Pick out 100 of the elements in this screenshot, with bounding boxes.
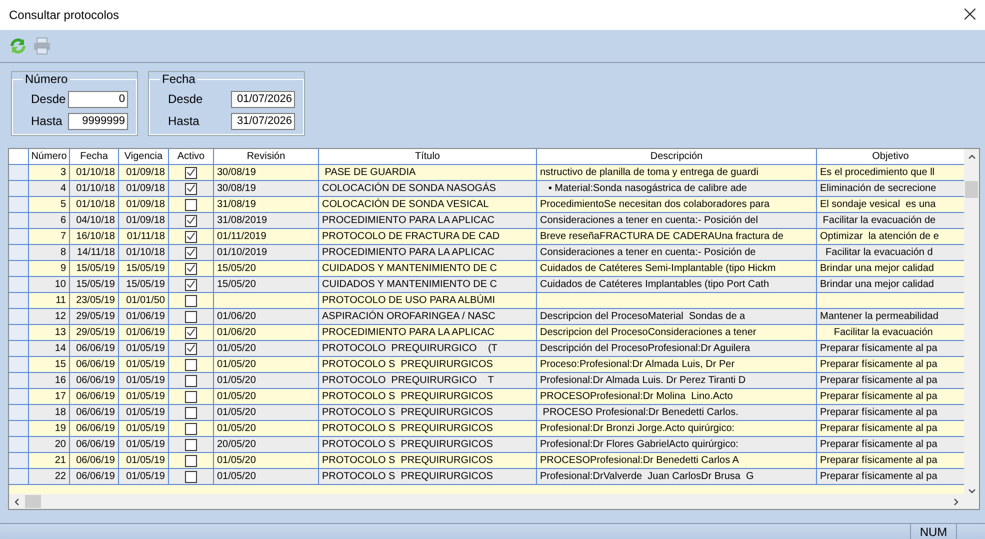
table-cell: 06/06/19 [70,437,119,453]
checkbox[interactable] [185,246,197,258]
table-cell: 01/05/20 [214,469,319,485]
checkbox[interactable] [185,310,197,322]
scroll-down-icon[interactable] [968,487,976,495]
checkbox[interactable] [185,230,197,242]
input-field[interactable]: 9999999 [68,112,128,130]
checkbox[interactable] [185,198,197,210]
column-header[interactable]: Descripción [537,149,817,165]
row-header[interactable] [9,277,29,293]
table-cell: Mantener la permeabilidad [817,309,964,325]
table-cell: 21 [29,453,70,469]
table-cell: 14/11/18 [70,245,119,261]
table-cell: ▪ Material:Sonda nasogástrica de calibre ade [537,181,817,197]
input-field[interactable]: 0 [68,90,128,108]
close-button[interactable]: × [955,0,985,30]
column-header[interactable]: Vigencia [119,149,169,165]
table-cell: 01/10/18 [70,197,119,213]
input-field[interactable]: 01/07/2026 [231,90,295,108]
table-cell: 30/08/19 [214,165,319,181]
table-cell: 01/05/19 [119,373,169,389]
field-label: Hasta [167,114,200,128]
row-header[interactable] [9,405,29,421]
table-cell: 01/09/18 [119,197,169,213]
table-cell: PROTOCOLO PREQUIRURGICO (T [319,341,537,357]
row-header[interactable] [9,341,29,357]
table-cell: 16/10/18 [70,229,119,245]
scroll-thumb[interactable] [25,495,41,508]
column-header[interactable]: Título [319,149,537,165]
checkbox[interactable] [185,214,197,226]
column-header[interactable]: Revisión [214,149,319,165]
row-header[interactable] [9,213,29,229]
table-cell: 01/05/20 [214,357,319,373]
row-header[interactable] [9,261,29,277]
checkbox[interactable] [185,422,197,434]
checkbox[interactable] [185,294,197,306]
column-header[interactable]: Fecha [70,149,119,165]
table-cell: ASPIRACIÓN OROFARINGEA / NASC [319,309,537,325]
row-header[interactable] [9,309,29,325]
table-cell: Profesional:Dr Flores GabrielActo quirúrgico: [537,437,817,453]
scroll-right-icon[interactable] [952,498,960,506]
row-header[interactable] [9,357,29,373]
table-cell: 01/10/18 [119,245,169,261]
checkbox[interactable] [185,358,197,370]
checkbox[interactable] [185,262,197,274]
table-cell: 01/06/19 [119,325,169,341]
row-header[interactable] [9,229,29,245]
checkbox[interactable] [185,390,197,402]
column-header[interactable]: Número [29,149,70,165]
checkbox[interactable] [185,406,197,418]
row-header[interactable] [9,373,29,389]
checkbox[interactable] [185,166,197,178]
column-header[interactable]: Activo [169,149,214,165]
table-cell: Facilitar la evacuación [817,325,964,341]
table-cell: COLOCACIÓN DE SONDA NASOGÁS [319,181,537,197]
row-header[interactable] [9,389,29,405]
table-cell: 5 [29,197,70,213]
row-header[interactable] [9,181,29,197]
group-label: Número [24,72,69,86]
table-cell: 06/06/19 [70,357,119,373]
row-header[interactable] [9,245,29,261]
checkbox[interactable] [185,342,197,354]
table-cell: 01/06/20 [214,325,319,341]
checkbox[interactable] [185,374,197,386]
table-cell: ProcedimientoSe necesitan dos colaboradores para [537,197,817,213]
row-header[interactable] [9,197,29,213]
row-header[interactable] [9,469,29,485]
table-cell: PROTOCOLO S PREQUIRURGICOS [319,357,537,373]
table-cell: 01/09/18 [119,213,169,229]
table-cell: 31/08/19 [214,197,319,213]
table-cell: PROCEDIMIENTO PARA LA APLICAC [319,245,537,261]
table-cell: 01/11/2019 [214,229,319,245]
table-cell: PROCEDIMIENTO PARA LA APLICAC [319,325,537,341]
checkbox[interactable] [185,182,197,194]
table-cell: Profesional:Dr Almada Luis. Dr Perez Tiranti D [537,373,817,389]
checkbox[interactable] [185,470,197,482]
table-cell: PASE DE GUARDIA [319,165,537,181]
row-header[interactable] [9,453,29,469]
checkbox[interactable] [185,278,197,290]
row-header[interactable] [9,325,29,341]
table-cell: 15 [29,357,70,373]
scroll-up-icon[interactable] [968,153,976,161]
row-header[interactable] [9,437,29,453]
scroll-thumb[interactable] [965,181,978,198]
table-cell: 20 [29,437,70,453]
checkbox[interactable] [185,438,197,450]
checkbox[interactable] [185,326,197,338]
column-header[interactable]: Objetivo [817,149,964,165]
refresh-icon[interactable] [8,36,28,56]
input-field[interactable]: 31/07/2026 [231,112,295,130]
row-header[interactable] [9,421,29,437]
table-cell: El sondaje vesical es una [817,197,964,213]
table-cell: PROCEDIMIENTO PARA LA APLICAC [319,213,537,229]
table-cell: 4 [29,181,70,197]
table-cell: 06/06/19 [70,373,119,389]
scroll-left-icon[interactable] [13,498,21,506]
row-header[interactable] [9,165,29,181]
checkbox[interactable] [185,454,197,466]
row-header[interactable] [9,293,29,309]
table-cell: 8 [29,245,70,261]
